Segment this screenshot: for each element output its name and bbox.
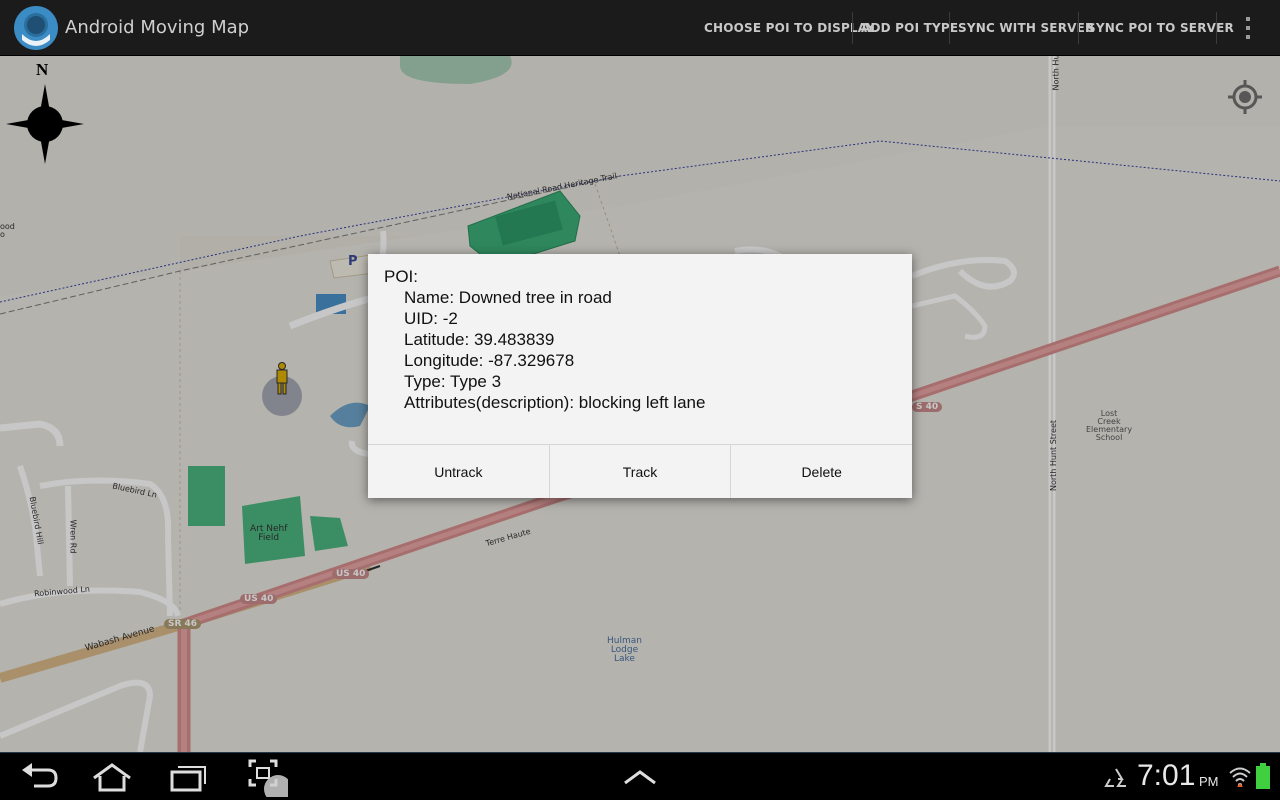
untrack-button[interactable]: Untrack xyxy=(368,445,550,498)
poi-longitude: Longitude: -87.329678 xyxy=(404,351,575,370)
poi-heading: POI: xyxy=(384,267,419,286)
poi-uid: UID: -2 xyxy=(404,309,458,328)
chevron-up-icon[interactable] xyxy=(612,759,668,795)
user-location-icon[interactable] xyxy=(272,362,292,400)
map-label-sr46: SR 46 xyxy=(164,619,202,629)
system-navigation-bar: 7:01 PM xyxy=(0,752,1280,800)
screen: Android Moving Map CHOOSE POI TO DISPLAY… xyxy=(0,0,1280,800)
sync-poi-to-server-button[interactable]: SYNC POI TO SERVER xyxy=(1087,0,1234,56)
delete-button[interactable]: Delete xyxy=(731,445,912,498)
compass-north-label: N xyxy=(36,60,49,79)
poi-dialog: POI: Name: Downed tree in road UID: -2 L… xyxy=(368,254,912,498)
add-poi-type-button[interactable]: ADD POI TYPE xyxy=(861,0,958,56)
map-label-hulman-lodge-lake: Hulman Lodge Lake xyxy=(607,636,642,664)
home-icon[interactable] xyxy=(84,759,140,795)
poi-name: Name: Downed tree in road xyxy=(404,288,612,307)
map-label-wren-rd: Wren Rd xyxy=(68,519,78,554)
map-label-art-nehf-field: Art Nehf Field xyxy=(250,524,288,543)
action-divider xyxy=(852,12,853,44)
poi-latitude: Latitude: 39.483839 xyxy=(404,330,555,349)
wifi-icon xyxy=(1228,765,1252,793)
map-label-us40: US 40 xyxy=(332,569,370,579)
back-icon[interactable] xyxy=(12,759,68,795)
map-label-us40: US 40 xyxy=(240,594,278,604)
recycle-icon xyxy=(1104,767,1128,793)
screenshot-icon[interactable] xyxy=(236,759,292,797)
recent-apps-icon[interactable] xyxy=(160,759,216,795)
map-label-parking: P xyxy=(348,254,358,269)
my-location-icon[interactable] xyxy=(1228,80,1262,118)
overflow-menu-icon[interactable] xyxy=(1232,12,1264,44)
action-divider xyxy=(1216,12,1217,44)
map-label-us40: S 40 xyxy=(912,402,943,412)
status-clock: 7:01 xyxy=(1137,759,1196,792)
map-label-edge: ood o xyxy=(0,222,15,239)
poi-details: POI: Name: Downed tree in road UID: -2 L… xyxy=(384,266,896,413)
compass-icon: N xyxy=(6,60,86,164)
choose-poi-to-display-button[interactable]: CHOOSE POI TO DISPLAY xyxy=(704,0,875,56)
status-ampm: PM xyxy=(1199,774,1219,789)
track-button[interactable]: Track xyxy=(550,445,732,498)
app-title: Android Moving Map xyxy=(65,17,250,38)
map-label-north-hunt-street: North Hu xyxy=(1051,56,1061,91)
map-label-north-hunt-street: North Hunt Street xyxy=(1049,419,1059,492)
poi-attributes: Attributes(description): blocking left l… xyxy=(404,393,706,412)
action-divider xyxy=(1078,12,1079,44)
poi-type: Type: Type 3 xyxy=(404,372,502,391)
dialog-button-bar: Untrack Track Delete xyxy=(368,444,912,498)
battery-icon xyxy=(1256,763,1270,793)
sync-with-server-button[interactable]: SYNC WITH SERVER xyxy=(958,0,1094,56)
action-divider xyxy=(949,12,950,44)
app-logo-icon[interactable] xyxy=(14,6,58,50)
map-label-lost-creek-school: Lost Creek Elementary School xyxy=(1086,409,1133,442)
action-bar: Android Moving Map CHOOSE POI TO DISPLAY… xyxy=(0,0,1280,56)
